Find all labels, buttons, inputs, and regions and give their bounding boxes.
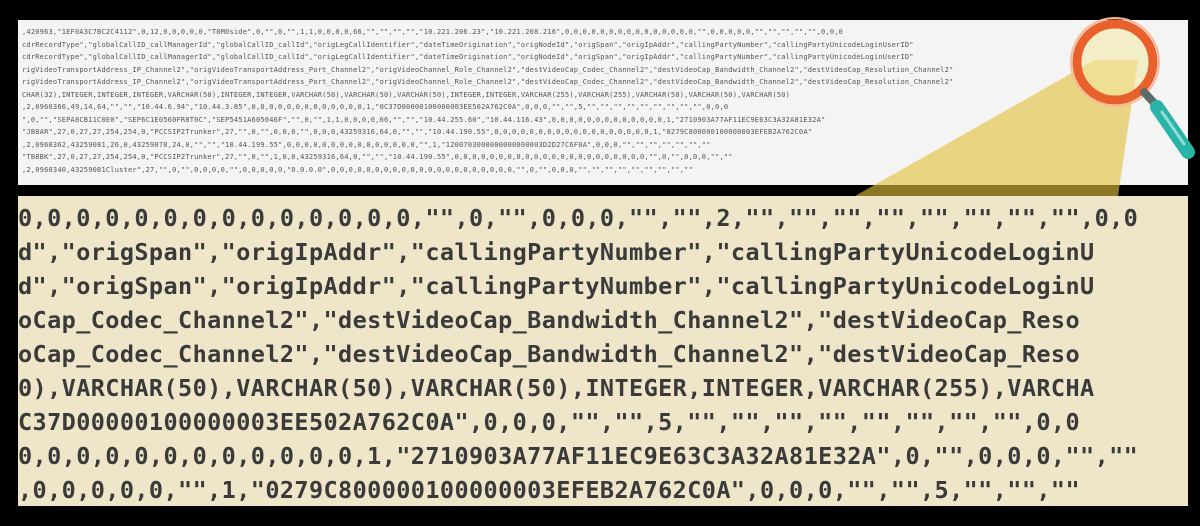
overview-line: rigVideoTransportAddress_IP_Channel2","o…: [22, 65, 954, 74]
csv-zoomed-panel: 0,0,0,0,0,0,0,0,0,0,0,0,0,0,"",0,"",0,0,…: [18, 196, 1188, 506]
zoomed-line: d","origSpan","origIpAddr","callingParty…: [18, 238, 1095, 266]
overview-line: cdrRecordType","globalCallID_callManager…: [22, 40, 914, 49]
overview-line: ,2,0960340,43259081Cluster",27,"",0,"",0…: [22, 165, 693, 174]
overview-line: CHAR(32),INTEGER,INTEGER,INTEGER,VARCHAR…: [22, 90, 791, 99]
zoomed-line: d","origSpan","origIpAddr","callingParty…: [18, 272, 1095, 300]
overview-line: "JB8AR",27,0,27,27,254,254,0,"PCCSIP2Tru…: [22, 128, 813, 136]
csv-overview-strip: ,420963,"1EF0A3C7BC2C4112",0,12,0,0,0,0,…: [18, 20, 1188, 185]
zoomed-line: C37D00000100000003EE502A762C0A",0,0,0,""…: [18, 408, 1081, 436]
zoomed-line: ,0,0,0,0,0,"",1,"0279C800000100000003EFE…: [18, 476, 1081, 504]
zoomed-line: oCap_Codec_Channel2","destVideoCap_Bandw…: [18, 340, 1081, 368]
overview-line: ",0,"","SEPA8CB11C0E0","SEP6C1E0560FR8T0…: [22, 115, 826, 124]
csv-overview-lines: ,420963,"1EF0A3C7BC2C4112",0,12,0,0,0,0,…: [22, 26, 1184, 176]
overview-line: rigVideoTransportAddress_IP_Channel2","o…: [22, 78, 954, 86]
zoomed-line: oCap_Codec_Channel2","destVideoCap_Bandw…: [18, 306, 1081, 334]
overview-line: "TB8BK",27,0,27,27,254,254,0,"PCCSIP2Tru…: [22, 153, 733, 161]
zoomed-line: 0,0,0,0,0,0,0,0,0,0,0,0,1,"2710903A77AF1…: [18, 442, 1139, 470]
overview-line: ,420963,"1EF0A3C7BC2C4112",0,12,0,0,0,0,…: [22, 28, 844, 36]
zoomed-line: 0,0,0,0,0,0,0,0,0,0,0,0,0,0,"",0,"",0,0,…: [18, 204, 1139, 232]
overview-line: ,2,0960362,43259081,26,0,43259078,24,0,"…: [22, 140, 711, 149]
lens-ring: [1072, 19, 1158, 105]
overview-line: ,2,0960366,49,14,64,"","","10.44.6.94","…: [22, 103, 729, 111]
zoomed-line: 0),VARCHAR(50),VARCHAR(50),VARCHAR(50),I…: [18, 374, 1095, 402]
magnifying-glass-icon: [1070, 17, 1195, 159]
overview-line: cdrRecordType","globalCallID_callManager…: [22, 53, 914, 61]
